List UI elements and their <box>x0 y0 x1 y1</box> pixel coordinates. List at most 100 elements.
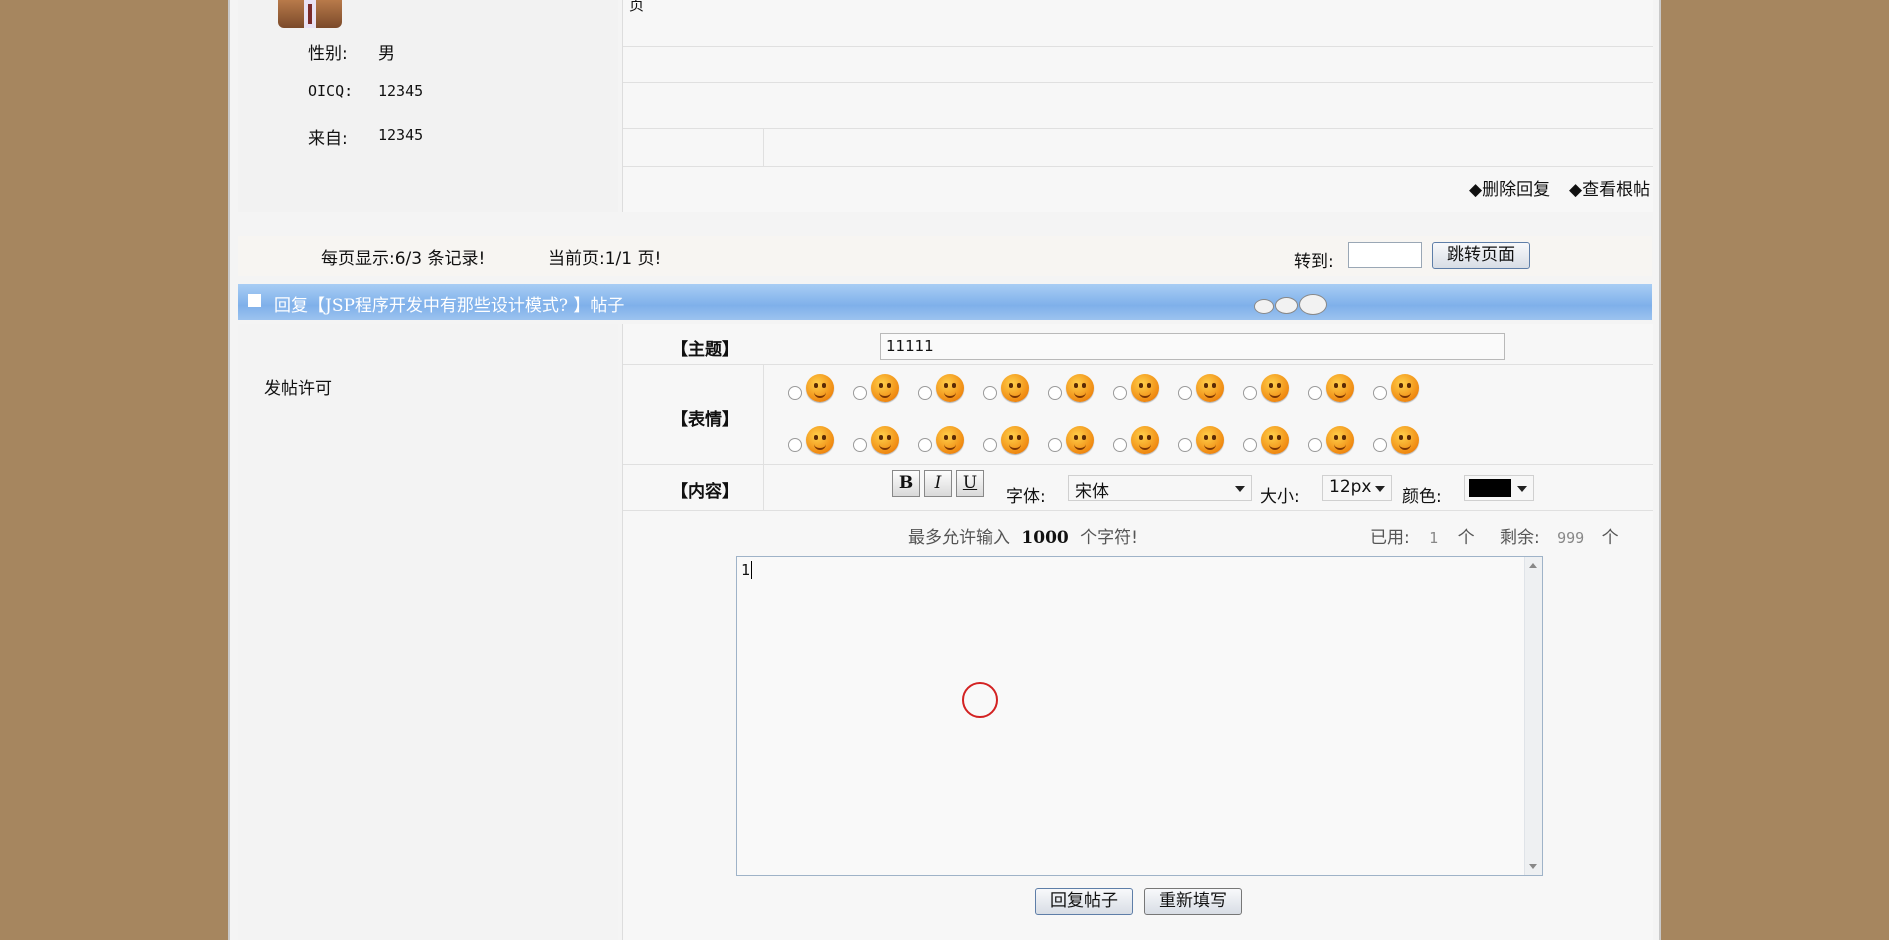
subject-label: 【主题】 <box>671 340 739 360</box>
font-label: 字体: <box>1006 487 1046 507</box>
divider <box>623 82 1653 83</box>
face-blush-icon <box>1196 426 1224 454</box>
divider <box>623 166 1653 167</box>
face-laugh-icon <box>1326 374 1354 402</box>
user-info-panel: 性别: 男 OICQ: 12345 来自: 12345 <box>238 0 618 212</box>
avatar <box>278 0 342 28</box>
emotion-radio[interactable] <box>983 386 997 400</box>
face-cry-icon <box>936 426 964 454</box>
delete-reply-link[interactable]: ◆删除回复 <box>1469 175 1550 200</box>
emotion-radio[interactable] <box>853 386 867 400</box>
goto-label: 转到: <box>1294 252 1334 272</box>
limit-suffix: 个字符! <box>1080 528 1138 548</box>
face-mad-icon <box>806 426 834 454</box>
face-smile-icon <box>806 374 834 402</box>
face-angry-icon <box>1066 374 1094 402</box>
submit-reply-button[interactable]: 回复帖子 <box>1035 888 1133 915</box>
emotion-radio[interactable] <box>1113 438 1127 452</box>
jump-page-button[interactable]: 跳转页面 <box>1432 242 1530 269</box>
char-counter: 已用: 1 个 剩余: 999 个 <box>1370 523 1619 548</box>
subject-input[interactable]: 11111 <box>880 333 1505 360</box>
color-swatch <box>1469 479 1511 497</box>
emotion-radio[interactable] <box>1373 386 1387 400</box>
size-select[interactable]: 12px <box>1322 475 1392 501</box>
remain-unit: 个 <box>1601 528 1619 548</box>
italic-button[interactable]: I <box>924 470 952 497</box>
limit-number: 1000 <box>1021 528 1069 548</box>
divider <box>623 128 1653 129</box>
size-select-value: 12px <box>1329 477 1372 497</box>
chevron-down-icon <box>1375 486 1385 492</box>
emotion-radio[interactable] <box>983 438 997 452</box>
scroll-down-icon[interactable] <box>1529 864 1537 869</box>
face-kiss-icon <box>871 426 899 454</box>
used-label: 已用: <box>1370 528 1410 548</box>
oicq-label: OICQ: <box>308 82 354 100</box>
emotion-radio[interactable] <box>1113 386 1127 400</box>
face-confused-icon <box>1326 426 1354 454</box>
square-icon <box>248 294 261 307</box>
emotion-radio[interactable] <box>788 438 802 452</box>
color-label: 颜色: <box>1402 487 1442 507</box>
emotion-radio[interactable] <box>1308 386 1322 400</box>
emotion-radio[interactable] <box>788 386 802 400</box>
used-unit: 个 <box>1457 528 1475 548</box>
content-label: 【内容】 <box>671 482 739 502</box>
emotion-radio[interactable] <box>1373 438 1387 452</box>
reset-form-button[interactable]: 重新填写 <box>1144 888 1242 915</box>
post-text-fragment: 页 <box>629 0 645 14</box>
post-content-area: 页 ◆删除回复 ◆查看根帖 <box>622 0 1653 212</box>
reply-title: 回复【JSP程序开发中有那些设计模式? 】帖子 <box>274 296 625 316</box>
per-page-info: 每页显示:6/3 条记录! <box>321 249 486 269</box>
emotion-radio[interactable] <box>1308 438 1322 452</box>
emotion-radio[interactable] <box>1178 438 1192 452</box>
font-select[interactable]: 宋体 <box>1068 475 1252 502</box>
divider <box>763 364 764 464</box>
view-root-post-link[interactable]: ◆查看根帖 <box>1569 175 1650 200</box>
face-sad-icon <box>1131 374 1159 402</box>
face-love-icon <box>936 374 964 402</box>
page-container: 性别: 男 OICQ: 12345 来自: 12345 页 ◆删除回复 ◆查看根… <box>228 0 1661 940</box>
underline-button[interactable]: U <box>956 470 984 497</box>
emotion-radio[interactable] <box>918 386 932 400</box>
divider <box>623 510 1653 511</box>
current-page-info: 当前页:1/1 页! <box>548 249 662 269</box>
emotion-radio[interactable] <box>1243 438 1257 452</box>
face-sick-icon <box>1131 426 1159 454</box>
emotion-radio[interactable] <box>1243 386 1257 400</box>
content-textarea[interactable]: 1 <box>736 556 1543 876</box>
gender-value: 男 <box>378 44 395 64</box>
remain-count: 999 <box>1557 529 1585 547</box>
emotion-radio[interactable] <box>918 438 932 452</box>
goto-page-input[interactable] <box>1348 242 1422 268</box>
left-panel: 发帖许可 <box>238 324 618 940</box>
color-select[interactable] <box>1464 475 1534 501</box>
emotion-radio[interactable] <box>1048 438 1062 452</box>
char-limit-note: 最多允许输入 1000 个字符! <box>908 523 1138 548</box>
divider <box>623 464 1653 465</box>
oicq-value: 12345 <box>378 82 424 100</box>
size-label: 大小: <box>1260 487 1300 507</box>
emotion-radio[interactable] <box>1048 386 1062 400</box>
emotion-label: 【表情】 <box>671 410 739 430</box>
chevron-down-icon <box>1517 486 1527 492</box>
reply-title-bar: 回复【JSP程序开发中有那些设计模式? 】帖子 <box>238 284 1652 320</box>
scrollbar[interactable] <box>1524 557 1542 875</box>
face-happy-icon <box>1261 426 1289 454</box>
used-count: 1 <box>1429 529 1439 547</box>
face-surprised-icon <box>1001 374 1029 402</box>
bold-button[interactable]: B <box>892 470 920 497</box>
scroll-up-icon[interactable] <box>1529 563 1537 568</box>
remain-label: 剩余: <box>1499 528 1540 548</box>
limit-prefix: 最多允许输入 <box>908 528 1010 548</box>
from-label: 来自: <box>308 129 348 149</box>
emotion-radio[interactable] <box>1178 386 1192 400</box>
from-value: 12345 <box>378 126 424 144</box>
divider <box>623 364 1653 365</box>
face-question-icon <box>1391 426 1419 454</box>
divider <box>763 128 764 166</box>
face-worried-icon <box>1391 374 1419 402</box>
face-cool-icon <box>1001 426 1029 454</box>
divider <box>623 46 1653 47</box>
emotion-radio[interactable] <box>853 438 867 452</box>
